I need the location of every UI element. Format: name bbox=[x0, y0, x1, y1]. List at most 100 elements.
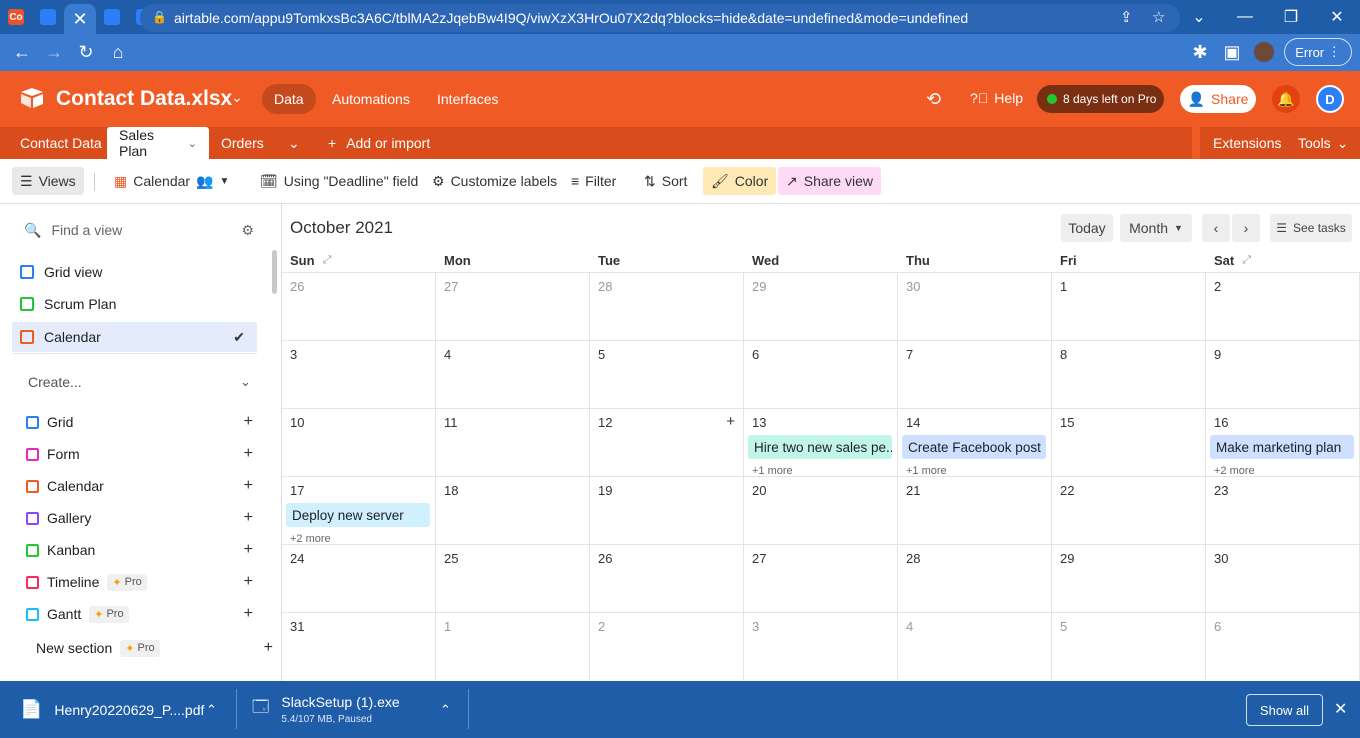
calendar-day-cell[interactable]: 16 Make marketing plan +2 more bbox=[1206, 408, 1360, 477]
create-gallery-item[interactable]: Gallery + bbox=[26, 506, 261, 530]
calendar-day-cell[interactable]: 24 bbox=[282, 544, 436, 612]
create-kanban-item[interactable]: Kanban + bbox=[26, 538, 261, 562]
calendar-day-cell[interactable]: 26 bbox=[282, 272, 436, 340]
sort-button[interactable]: ⇅ Sort bbox=[636, 167, 695, 195]
browser-tab-active[interactable]: ✕ bbox=[64, 4, 96, 34]
create-form-item[interactable]: Form + bbox=[26, 442, 261, 466]
add-record-icon[interactable]: + bbox=[726, 413, 735, 430]
calendar-day-cell[interactable]: 5 bbox=[1052, 612, 1206, 680]
forward-icon[interactable]: → bbox=[38, 37, 70, 69]
sidebar-scrollbar[interactable] bbox=[272, 250, 277, 294]
more-tables-chevron-icon[interactable]: ⌄ bbox=[276, 127, 312, 159]
create-timeline-item[interactable]: Timeline ✦ Pro + bbox=[26, 570, 261, 594]
calendar-day-cell[interactable]: 7 bbox=[898, 340, 1052, 408]
calendar-day-cell[interactable]: 31 bbox=[282, 612, 436, 680]
plus-icon[interactable]: + bbox=[244, 445, 253, 463]
calendar-day-cell[interactable]: 27 bbox=[744, 544, 898, 612]
calendar-day-cell[interactable]: 26 bbox=[590, 544, 744, 612]
download-item-exe[interactable]: 🗔 SlackSetup (1).exe 5.4/107 MB, Paused … bbox=[252, 681, 462, 738]
close-window-icon[interactable]: ✕ bbox=[1314, 0, 1360, 34]
close-tab-icon[interactable]: ✕ bbox=[72, 9, 87, 30]
calendar-day-cell[interactable]: 13 Hire two new sales pe... +1 more bbox=[744, 408, 898, 477]
browser-tab[interactable] bbox=[96, 0, 128, 34]
browser-tab[interactable] bbox=[32, 0, 64, 34]
share-button[interactable]: 👤 Share bbox=[1180, 85, 1256, 113]
prev-month-button[interactable]: ‹ bbox=[1202, 214, 1230, 242]
plus-icon[interactable]: + bbox=[244, 605, 253, 623]
plus-icon[interactable]: + bbox=[244, 477, 253, 495]
close-downloads-icon[interactable]: ✕ bbox=[1334, 699, 1347, 719]
user-avatar[interactable]: D bbox=[1316, 85, 1344, 113]
calendar-event[interactable]: Deploy new server bbox=[286, 503, 430, 527]
calendar-day-cell[interactable]: 19 bbox=[590, 476, 744, 544]
today-button[interactable]: Today bbox=[1061, 214, 1113, 242]
bookmark-star-icon[interactable]: ☆ bbox=[1152, 8, 1165, 26]
calendar-day-cell[interactable]: 25 bbox=[436, 544, 590, 612]
next-month-button[interactable]: › bbox=[1232, 214, 1260, 242]
collapse-weekend-icon[interactable]: ⤢ bbox=[323, 254, 332, 267]
calendar-day-cell[interactable]: 3 bbox=[744, 612, 898, 680]
calendar-day-cell[interactable]: 28 bbox=[898, 544, 1052, 612]
calendar-day-cell[interactable]: 29 bbox=[1052, 544, 1206, 612]
calendar-day-cell[interactable]: 2 bbox=[1206, 272, 1360, 340]
tools-button[interactable]: Tools ⌄ bbox=[1286, 127, 1360, 159]
browser-tab[interactable]: Co bbox=[0, 0, 32, 34]
chevron-up-icon[interactable]: ⌃ bbox=[440, 702, 451, 718]
calendar-day-cell[interactable]: 23 bbox=[1206, 476, 1360, 544]
calendar-day-cell[interactable]: 29 bbox=[744, 272, 898, 340]
calendar-day-cell[interactable]: 21 bbox=[898, 476, 1052, 544]
color-button[interactable]: 🖌 Color bbox=[703, 167, 777, 195]
table-tab-sales-plan[interactable]: Sales Plan ⌄ bbox=[107, 127, 209, 159]
calendar-day-cell[interactable]: 9 bbox=[1206, 340, 1360, 408]
plus-icon[interactable]: + bbox=[264, 639, 273, 657]
sidebar-item-scrum-plan[interactable]: Scrum Plan bbox=[12, 289, 257, 319]
add-or-import-button[interactable]: + Add or import bbox=[316, 127, 442, 159]
calendar-day-cell[interactable]: 18 bbox=[436, 476, 590, 544]
url-field[interactable]: 🔒 airtable.com/appu9TomkxsBc3A6C/tblMA2z… bbox=[140, 4, 1180, 32]
back-icon[interactable]: ← bbox=[6, 37, 38, 69]
filter-button[interactable]: ≡ Filter bbox=[563, 167, 624, 195]
reload-icon[interactable]: ↻ bbox=[70, 37, 102, 69]
error-button[interactable]: Error ⋮ bbox=[1284, 38, 1352, 66]
calendar-day-cell[interactable]: 5 bbox=[590, 340, 744, 408]
calendar-day-cell[interactable]: 6 bbox=[1206, 612, 1360, 680]
plus-icon[interactable]: + bbox=[244, 573, 253, 591]
chevron-down-icon[interactable]: ⌄ bbox=[240, 374, 251, 390]
sidebar-item-calendar[interactable]: Calendar ✔ bbox=[12, 322, 257, 352]
share-view-button[interactable]: ↗ Share view bbox=[778, 167, 881, 195]
date-field-button[interactable]: 🗓 Using "Deadline" field bbox=[252, 167, 426, 195]
tab-search-icon[interactable]: ⌄ bbox=[1176, 0, 1222, 34]
help-button[interactable]: ?⃝ Help bbox=[970, 90, 1023, 106]
calendar-day-cell[interactable]: 20 bbox=[744, 476, 898, 544]
nav-interfaces[interactable]: Interfaces bbox=[425, 84, 510, 114]
base-name[interactable]: Contact Data.xlsx bbox=[56, 87, 232, 111]
calendar-day-cell[interactable]: 12 + bbox=[590, 408, 744, 476]
calendar-day-cell[interactable]: 30 bbox=[898, 272, 1052, 340]
calendar-day-cell[interactable]: 2 bbox=[590, 612, 744, 680]
calendar-day-cell[interactable]: 4 bbox=[898, 612, 1052, 680]
calendar-day-cell[interactable]: 17 Deploy new server +2 more bbox=[282, 476, 436, 545]
nav-automations[interactable]: Automations bbox=[320, 84, 422, 114]
create-grid-item[interactable]: Grid + bbox=[26, 410, 261, 434]
chevron-down-icon[interactable]: ⌄ bbox=[231, 89, 243, 106]
table-tab-contact-data[interactable]: Contact Data bbox=[8, 127, 114, 159]
chevron-up-icon[interactable]: ⌃ bbox=[206, 702, 217, 718]
restore-icon[interactable]: ❐ bbox=[1268, 0, 1314, 34]
calendar-day-cell[interactable]: 4 bbox=[436, 340, 590, 408]
extensions-puzzle-icon[interactable]: ✱ bbox=[1184, 36, 1216, 68]
calendar-day-cell[interactable]: 1 bbox=[1052, 272, 1206, 340]
extensions-button[interactable]: Extensions bbox=[1201, 127, 1293, 159]
views-toggle-button[interactable]: ☰ Views bbox=[12, 167, 84, 195]
calendar-event[interactable]: Make marketing plan bbox=[1210, 435, 1354, 459]
table-tab-orders[interactable]: Orders bbox=[209, 127, 276, 159]
new-section-button[interactable]: New section ✦ Pro + bbox=[36, 636, 273, 660]
calendar-day-cell[interactable]: 3 bbox=[282, 340, 436, 408]
download-item-pdf[interactable]: 📄 Henry20220629_P....pdf ⌃ bbox=[20, 681, 230, 738]
gear-icon[interactable]: ⚙ bbox=[241, 222, 254, 239]
sidebar-item-grid-view[interactable]: Grid view bbox=[12, 257, 257, 287]
profile-avatar[interactable] bbox=[1254, 42, 1274, 62]
month-mode-select[interactable]: Month ▼ bbox=[1120, 214, 1192, 242]
home-icon[interactable]: ⌂ bbox=[102, 37, 134, 69]
calendar-event[interactable]: Hire two new sales pe... bbox=[748, 435, 892, 459]
create-gantt-item[interactable]: Gantt ✦ Pro + bbox=[26, 602, 261, 626]
